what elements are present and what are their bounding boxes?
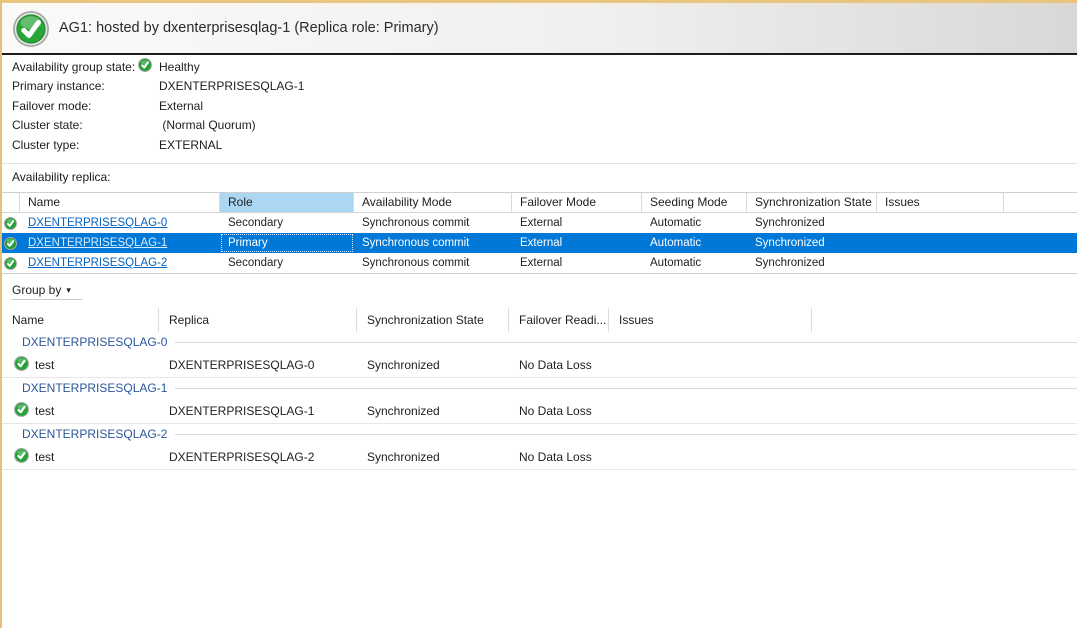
replica-0-healthy-icon (2, 217, 20, 230)
summary-row-cluster-state: Cluster state: (Normal Quorum) (2, 116, 1077, 136)
db-row-0[interactable]: test DXENTERPRISESQLAG-0 Synchronized No… (2, 352, 1077, 378)
replica-1-sync-state: Synchronized (747, 233, 877, 253)
db-2-sync-state: Synchronized (357, 444, 509, 470)
header-synchronization-state[interactable]: Synchronization State (747, 193, 877, 212)
replica-0-link[interactable]: DXENTERPRISESQLAG-0 (28, 217, 167, 229)
replica-0-sync-state: Synchronized (747, 213, 877, 233)
ag-state-label: Availability group state: (2, 60, 138, 74)
header-name[interactable]: Name (20, 193, 220, 212)
group-by-dropdown[interactable]: Group by ▾ (12, 283, 82, 300)
db-header-failover-readiness[interactable]: Failover Readi... (509, 308, 609, 332)
ag-state-value: Healthy (159, 60, 1077, 74)
db-0-failover-readiness: No Data Loss (509, 352, 609, 378)
summary-row-failover-mode: Failover mode: External (2, 96, 1077, 116)
db-1-failover-readiness: No Data Loss (509, 398, 609, 424)
db-2-healthy-icon (14, 448, 29, 466)
group-0-label: DXENTERPRISESQLAG-0 (2, 335, 167, 349)
db-1-healthy-icon (14, 402, 29, 420)
db-1-replica: DXENTERPRISESQLAG-1 (159, 398, 357, 424)
replica-2-availability-mode: Synchronous commit (354, 253, 512, 273)
cluster-state-label: Cluster state: (2, 118, 138, 132)
replica-0-availability-mode: Synchronous commit (354, 213, 512, 233)
replica-1-link[interactable]: DXENTERPRISESQLAG-1 (28, 237, 167, 249)
group-2-rule (175, 434, 1077, 435)
db-2-failover-readiness: No Data Loss (509, 444, 609, 470)
cluster-type-value: EXTERNAL (159, 138, 1077, 152)
availability-replica-label: Availability replica: (12, 170, 111, 184)
replica-1-role: Primary (220, 233, 354, 253)
db-1-sync-state: Synchronized (357, 398, 509, 424)
group-1-label: DXENTERPRISESQLAG-1 (2, 381, 167, 395)
header-issues[interactable]: Issues (877, 193, 1004, 212)
replica-2-sync-state: Synchronized (747, 253, 877, 273)
header-availability-mode[interactable]: Availability Mode (354, 193, 512, 212)
replica-row-1-selected[interactable]: DXENTERPRISESQLAG-1 Primary Synchronous … (2, 233, 1077, 253)
db-header-name[interactable]: Name (2, 308, 159, 332)
db-0-sync-state: Synchronized (357, 352, 509, 378)
primary-instance-value: DXENTERPRISESQLAG-1 (159, 79, 1077, 93)
replica-2-failover-mode: External (512, 253, 642, 273)
db-header-replica[interactable]: Replica (159, 308, 357, 332)
failover-mode-value: External (159, 99, 1077, 113)
failover-mode-label: Failover mode: (2, 99, 138, 113)
db-row-2[interactable]: test DXENTERPRISESQLAG-2 Synchronized No… (2, 444, 1077, 470)
replica-1-healthy-icon (2, 237, 20, 250)
db-2-name: test (35, 450, 54, 464)
cluster-state-value: (Normal Quorum) (159, 118, 1077, 132)
replica-row-0[interactable]: DXENTERPRISESQLAG-0 Secondary Synchronou… (2, 213, 1077, 233)
header-seeding-mode[interactable]: Seeding Mode (642, 193, 747, 212)
db-1-name: test (35, 404, 54, 418)
replica-2-seeding-mode: Automatic (642, 253, 747, 273)
db-0-healthy-icon (14, 356, 29, 374)
section-divider (2, 163, 1077, 164)
page-title: AG1: hosted by dxenterprisesqlag-1 (Repl… (59, 3, 439, 53)
header-failover-mode[interactable]: Failover Mode (512, 193, 642, 212)
replica-table-header: Name Role Availability Mode Failover Mod… (2, 193, 1077, 213)
healthy-status-icon (13, 11, 49, 47)
replica-2-role: Secondary (220, 253, 354, 273)
replica-2-link[interactable]: DXENTERPRISESQLAG-2 (28, 257, 167, 269)
db-header-issues[interactable]: Issues (609, 308, 812, 332)
replica-2-healthy-icon (2, 257, 20, 270)
summary-row-state: Availability group state: Healthy (2, 57, 1077, 77)
database-table-header: Name Replica Synchronization State Failo… (2, 308, 1077, 332)
replica-row-2[interactable]: DXENTERPRISESQLAG-2 Secondary Synchronou… (2, 253, 1077, 273)
db-row-1[interactable]: test DXENTERPRISESQLAG-1 Synchronized No… (2, 398, 1077, 424)
header-filler (1004, 193, 1077, 212)
replica-0-seeding-mode: Automatic (642, 213, 747, 233)
replica-0-failover-mode: External (512, 213, 642, 233)
header-icon-column (2, 193, 20, 212)
database-table: Name Replica Synchronization State Failo… (2, 308, 1077, 470)
summary-row-primary-instance: Primary instance: DXENTERPRISESQLAG-1 (2, 77, 1077, 97)
replica-table: Name Role Availability Mode Failover Mod… (2, 192, 1077, 274)
group-header-0: DXENTERPRISESQLAG-0 (2, 332, 1077, 352)
header-role[interactable]: Role (220, 193, 354, 212)
group-0-rule (175, 342, 1077, 343)
db-0-replica: DXENTERPRISESQLAG-0 (159, 352, 357, 378)
replica-1-seeding-mode: Automatic (642, 233, 747, 253)
group-header-2: DXENTERPRISESQLAG-2 (2, 424, 1077, 444)
summary-row-cluster-type: Cluster type: EXTERNAL (2, 135, 1077, 155)
healthy-check-icon (138, 58, 152, 75)
ag-summary-panel: Availability group state: Healthy Primar… (2, 57, 1077, 155)
replica-0-role: Secondary (220, 213, 354, 233)
group-2-label: DXENTERPRISESQLAG-2 (2, 427, 167, 441)
availability-group-dashboard: AG1: hosted by dxenterprisesqlag-1 (Repl… (0, 0, 1077, 628)
group-by-label: Group by (12, 283, 61, 297)
cluster-type-label: Cluster type: (2, 138, 138, 152)
db-header-sync-state[interactable]: Synchronization State (357, 308, 509, 332)
db-2-replica: DXENTERPRISESQLAG-2 (159, 444, 357, 470)
group-1-rule (175, 388, 1077, 389)
db-header-filler (812, 308, 1077, 332)
db-0-name: test (35, 358, 54, 372)
replica-1-failover-mode: External (512, 233, 642, 253)
replica-1-availability-mode: Synchronous commit (354, 233, 512, 253)
chevron-down-icon: ▾ (66, 285, 71, 295)
primary-instance-label: Primary instance: (2, 79, 138, 93)
dashboard-header: AG1: hosted by dxenterprisesqlag-1 (Repl… (2, 0, 1077, 55)
group-header-1: DXENTERPRISESQLAG-1 (2, 378, 1077, 398)
